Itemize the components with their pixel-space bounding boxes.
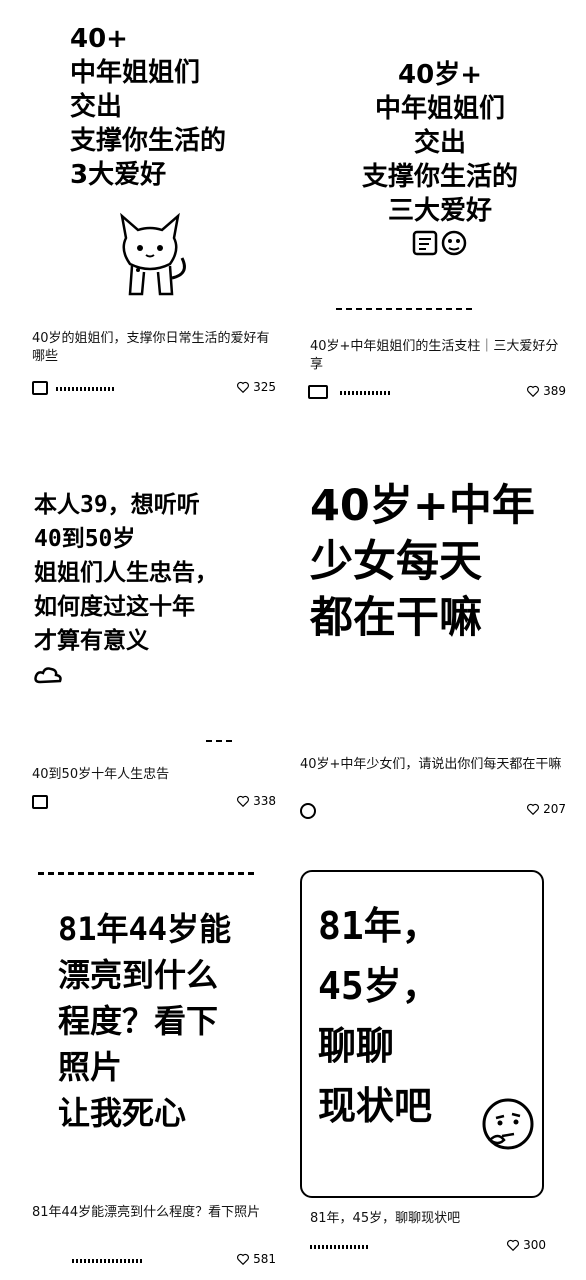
like-count: 300 bbox=[523, 1238, 546, 1252]
author-name[interactable] bbox=[56, 387, 116, 391]
post-meta-1: 325 bbox=[32, 380, 276, 398]
cover-title-4: 40岁+中年 少女每天 都在干嘛 bbox=[310, 481, 535, 643]
heart-icon bbox=[237, 1253, 250, 1266]
post-caption-3[interactable]: 40到50岁十年人生忠告 bbox=[32, 766, 276, 784]
like-count: 389 bbox=[543, 384, 566, 398]
post-card-6[interactable]: 81年， 45岁， 聊聊 现状吧 81年，45岁，聊聊现状吧 300 bbox=[300, 870, 576, 1275]
like-count: 325 bbox=[253, 380, 276, 394]
like-button[interactable]: 389 bbox=[526, 384, 566, 398]
cover-title-2: 40岁+ 中年姐姐们 交出 支撑你生活的 三大爱好 bbox=[361, 60, 518, 226]
cat-illustration bbox=[120, 212, 186, 296]
like-count: 338 bbox=[253, 794, 276, 808]
post-caption-5[interactable]: 81年44岁能漂亮到什么程度？看下照片 bbox=[32, 1204, 276, 1222]
author-name[interactable] bbox=[72, 1259, 142, 1263]
heart-icon bbox=[237, 381, 250, 394]
heart-icon bbox=[237, 795, 250, 808]
post-cover-4[interactable]: 40岁+中年 少女每天 都在干嘛 bbox=[300, 430, 576, 750]
like-button[interactable]: 581 bbox=[236, 1252, 276, 1266]
post-cover-2[interactable]: 40岁+ 中年姐姐们 交出 支撑你生活的 三大爱好 bbox=[300, 0, 576, 322]
cover-top-doodles bbox=[38, 872, 258, 875]
post-meta-2: 389 bbox=[308, 384, 566, 402]
cover-footer-text bbox=[336, 308, 476, 310]
author-avatar[interactable] bbox=[32, 795, 48, 809]
like-button[interactable]: 338 bbox=[236, 794, 276, 808]
like-button[interactable]: 300 bbox=[506, 1238, 546, 1252]
post-card-2[interactable]: 40岁+ 中年姐姐们 交出 支撑你生活的 三大爱好 40岁+中年姐姐们的生活支柱… bbox=[300, 0, 576, 410]
author-avatar[interactable] bbox=[32, 381, 48, 395]
post-caption-1[interactable]: 40岁的姐姐们，支撑你日常生活的爱好有哪些 bbox=[32, 330, 276, 366]
post-meta-4: 207 bbox=[300, 802, 566, 820]
like-button[interactable]: 207 bbox=[526, 802, 566, 816]
author-name[interactable] bbox=[340, 391, 390, 395]
cover-title-3: 本人39，想听听 40到50岁 姐姐们人生忠告， 如何度过这十年 才算有意义 bbox=[34, 492, 218, 654]
like-button[interactable]: 325 bbox=[236, 380, 276, 394]
heart-icon bbox=[527, 385, 540, 398]
author-avatar[interactable] bbox=[300, 803, 316, 819]
thinking-face-emoji bbox=[482, 1098, 534, 1150]
heart-icon bbox=[507, 1239, 520, 1252]
post-caption-2[interactable]: 40岁+中年姐姐们的生活支柱｜三大爱好分享 bbox=[310, 338, 566, 374]
author-avatar[interactable] bbox=[308, 385, 328, 399]
author-name[interactable] bbox=[310, 1245, 370, 1249]
emoji-doodles bbox=[412, 230, 467, 256]
post-meta-3: 338 bbox=[32, 794, 276, 812]
post-meta-5: 581 bbox=[32, 1252, 276, 1270]
post-cover-6[interactable]: 81年， 45岁， 聊聊 现状吧 bbox=[300, 870, 544, 1198]
post-card-1[interactable]: 40+ 中年姐姐们 交出 支撑你生活的 3大爱好 40岁的姐姐们，支撑你日常生活… bbox=[10, 0, 286, 410]
post-card-5[interactable]: 81年44岁能 漂亮到什么 程度？看下 照片 让我死心 81年44岁能漂亮到什么… bbox=[10, 860, 286, 1275]
cloud-icon bbox=[34, 667, 62, 684]
cover-title-6: 81年， 45岁， 聊聊 现状吧 bbox=[318, 904, 440, 1128]
cover-decoration bbox=[206, 740, 234, 742]
like-count: 207 bbox=[543, 802, 566, 816]
cover-title-1: 40+ 中年姐姐们 交出 支撑你生活的 3大爱好 bbox=[70, 24, 227, 190]
post-card-4[interactable]: 40岁+中年 少女每天 都在干嘛 40岁+中年少女们，请说出你们每天都在干嘛 2… bbox=[300, 430, 576, 825]
post-card-3[interactable]: 本人39，想听听 40到50岁 姐姐们人生忠告， 如何度过这十年 才算有意义 4… bbox=[10, 430, 286, 825]
cover-title-5: 81年44岁能 漂亮到什么 程度？看下 照片 让我死心 bbox=[58, 910, 232, 1132]
post-meta-6: 300 bbox=[310, 1238, 566, 1256]
post-cover-5[interactable]: 81年44岁能 漂亮到什么 程度？看下 照片 让我死心 bbox=[10, 860, 286, 1190]
post-caption-4[interactable]: 40岁+中年少女们，请说出你们每天都在干嘛 bbox=[300, 756, 566, 774]
post-cover-3[interactable]: 本人39，想听听 40到50岁 姐姐们人生忠告， 如何度过这十年 才算有意义 bbox=[10, 430, 286, 750]
post-cover-1[interactable]: 40+ 中年姐姐们 交出 支撑你生活的 3大爱好 bbox=[10, 0, 286, 320]
post-caption-6[interactable]: 81年，45岁，聊聊现状吧 bbox=[310, 1210, 566, 1228]
like-count: 581 bbox=[253, 1252, 276, 1266]
heart-icon bbox=[527, 803, 540, 816]
